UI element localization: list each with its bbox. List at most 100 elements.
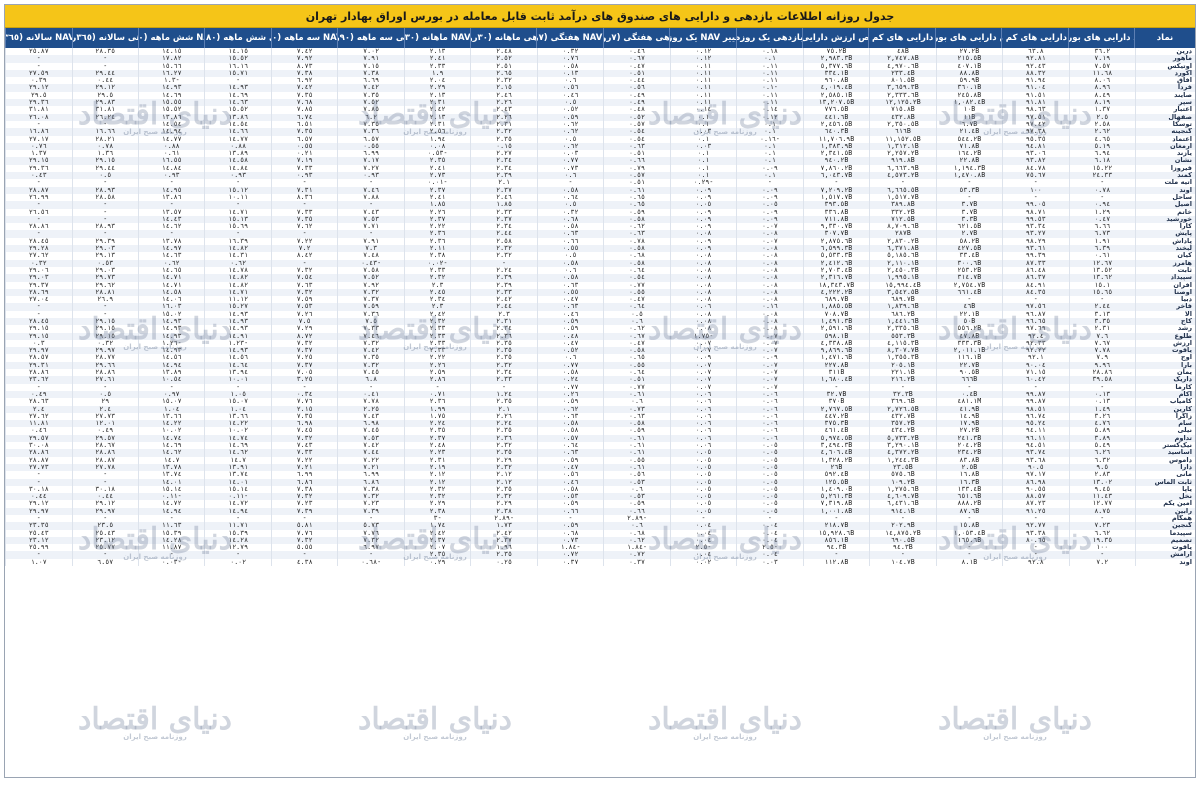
table-cell: ٧.٤٦ [337,186,403,194]
fund-symbol-cell: زاگرا [1135,412,1195,421]
table-cell: ٣٧٥.٣B [802,420,869,428]
table-cell: ٠.٥٩ [536,500,603,508]
table-cell: ٤٦B [935,303,1002,311]
table-cell: ٠.٦٥ [603,354,669,362]
table-cell: ٩٥.٣٥ [1002,135,1068,143]
table-cell: ١٣.٧٤ [204,471,270,479]
table-cell: - [802,179,869,187]
table-row: طلوع ٧.٦ ٩٢.٤ ٤٧.٨B ٥٥٣.٣B ٥٩٨.١B ٠.٠٧ -١.٧٥ ٠.٦… [5,332,1195,340]
table-cell: ٦.٧٣ [1068,230,1135,238]
table-cell: ١,٢٤٤.٣B [869,456,935,464]
table-cell: ٢.٣٢ [403,274,470,282]
table-cell: ١٤.٦٢ [137,223,204,231]
table-cell: ٧.٥ [337,317,403,326]
fund-symbol-cell: آفاق [1135,77,1195,85]
table-cell: ٢.٤٦ [470,91,536,100]
table-cell: ١٠.٠٢ [204,427,270,435]
table-cell: ٦٥١.٦B [935,493,1002,501]
table-cell: ٢٠٤.٢B [935,442,1002,450]
table-cell: ١,٨٣٩.٦B [869,303,935,311]
table-cell: ١٤.٠٦ [137,296,204,304]
table-cell: ١٤.٠١ [137,478,204,486]
table-cell: ٠.٥ [536,99,603,107]
table-cell: ٢.٣٢ [470,128,536,136]
table-cell: ٩٨.٧١ [1002,208,1068,216]
table-cell: ١٠B [935,106,1002,114]
fund-symbol-cell: رشد [1135,325,1195,333]
table-cell: ٠.٤٧ [536,296,603,304]
table-cell: ١٤.٧٨ [204,266,270,275]
table-cell: ٠.١ [669,157,736,165]
table-row: نخل ١١.٤٣ ٨٨.٥٧ ٦٥١.٦B ٤,٦٠٩.٧B ٥,٢٦١.٣B ٠.٠٥ ٠… [5,493,1195,501]
table-cell: ٧.٤٢ [337,347,403,355]
table-cell: ٢٩.٥ [5,91,71,100]
table-cell: ٢.٢٢ [403,354,470,362]
table-cell: ٧.٤٨ [337,252,403,260]
table-row: داموس ٦.٣٢ ٩٣.٦٨ ٨٣.٨B ١,٢٤٤.٣B ١,٣٢٨.٢B ٠.٠٥ ٠… [5,456,1195,464]
table-cell: ٠.٤٧ [603,296,669,304]
table-cell: ٠.٠٧ [736,332,802,340]
table-cell: ٢,٤١٢.٦B [802,259,869,267]
table-cell: ٠.٥٨ [603,259,669,267]
table-cell: ٦.٧B [935,120,1002,129]
column-header: ارزش دارایی های بورسیک [934,28,1001,48]
table-cell: ١٤.٩٤ [137,361,204,370]
table-cell: ٦,٦٦٥.٥B [869,186,935,194]
table-row: فردا ٨.٩٦ ٩١.٠٤ ٣٦٠.١B ٣,٦٥٩.٣B ٤,٠١٩.٤B -٠.١ ٠… [5,84,1195,92]
table-cell: ١٤.٧٤ [137,434,204,443]
table-cell: ١٣.٠٢ [1068,478,1135,486]
table-cell: ٠.٠٩ [669,245,736,253]
table-cell: ٢٩.١٥ [5,157,71,165]
table-cell: ٠.١٤ [669,106,736,114]
table-row: کمند ٢٤.٣٣ ٧٥.٦٧ ١,٤٧٠.٨B ٤,٥٧٣.٢B ٦,٠٤٣.٧B ٠.… [5,172,1195,180]
table-cell: ٣,٦٥٩.٣B [869,84,935,92]
table-cell: ١.٩٦ [470,544,536,552]
table-cell: ٧١٢.٥B [869,215,935,224]
table-cell: - [71,208,138,216]
table-cell: ٧٥.٦٧ [1002,172,1068,180]
table-cell: ٢.٤٦ [470,193,536,202]
table-cell: ٢.٣٣ [403,339,470,348]
table-cell: ٧.٣٨ [337,69,403,78]
table-cell: ٦,٤٣١.٦B [869,500,935,508]
table-cell: ٠.٠٨ [669,274,736,282]
table-cell: ٣٩.٥٨ [1068,376,1135,384]
table-cell: ١٤.٩٣ [137,347,204,355]
table-cell: ٩٩.٠٥ [1002,201,1068,209]
table-cell: ٠.٠٩ [736,186,802,194]
table-cell: -١.٣ [137,77,204,85]
table-cell: - [337,515,403,523]
table-cell: - [5,515,71,523]
table-cell: ٩٩.٨٧ [1002,390,1068,399]
table-row: اعتبار ١.٣٧ ٩٨.٦٣ ١٠B ٧١٥.٨B ٧٧٦.٥B ٠.١٤ ٠.١٤ ٠.… [5,106,1195,114]
table-cell: - [204,230,270,238]
table-cell: ١٥.٦٥ [1068,288,1135,297]
table-cell: ٠.٧٧ [603,281,669,289]
table-cell: ٢٦.٩٩ [5,193,71,202]
table-cell: ١٤.٠١ [204,478,270,486]
table-cell: ١٥.٧١ [204,69,270,78]
table-cell: - [1068,383,1135,391]
table-cell: ٦٦٦B [935,376,1002,384]
table-cell: - [337,383,403,391]
table-cell: - [1068,515,1135,523]
table-cell: ١.٣٦ [71,150,138,158]
table-cell: ١.٧٣ [470,522,536,530]
table-cell: ٠.٥٨ [536,274,603,282]
table-cell: ٧.٣١ [270,186,337,194]
table-cell: ٩٦.٦٥ [1002,317,1068,326]
table-cell: ٠.٢١ [270,150,337,158]
table-cell: ٩٧.٣٨ [1002,128,1068,136]
table-cell: ١٣.٨٩ [137,369,204,377]
table-row: نیک‌کستر ٥.٤٩ ٩٤.٥١ ٢٠٤.٢B ٣,٢٩٠.١B ٣,٤٩٤.٣B ٠… [5,442,1195,450]
table-cell: - [1068,296,1135,304]
watermark-subtext: روزنامه صبح ایران [693,732,757,741]
table-cell: ٠.٠٨ [736,288,802,297]
fund-symbol-cell: آکام [1135,390,1195,399]
table-cell: - [204,515,270,523]
table-cell: ١٤.٩٤ [204,507,270,515]
table-cell: ٠.٦٣ [536,303,603,311]
table-cell: ٧.٦٢ [270,223,337,231]
table-cell: ١٤.٧٢ [204,500,270,508]
table-cell: ٢٨٧B [869,230,935,238]
